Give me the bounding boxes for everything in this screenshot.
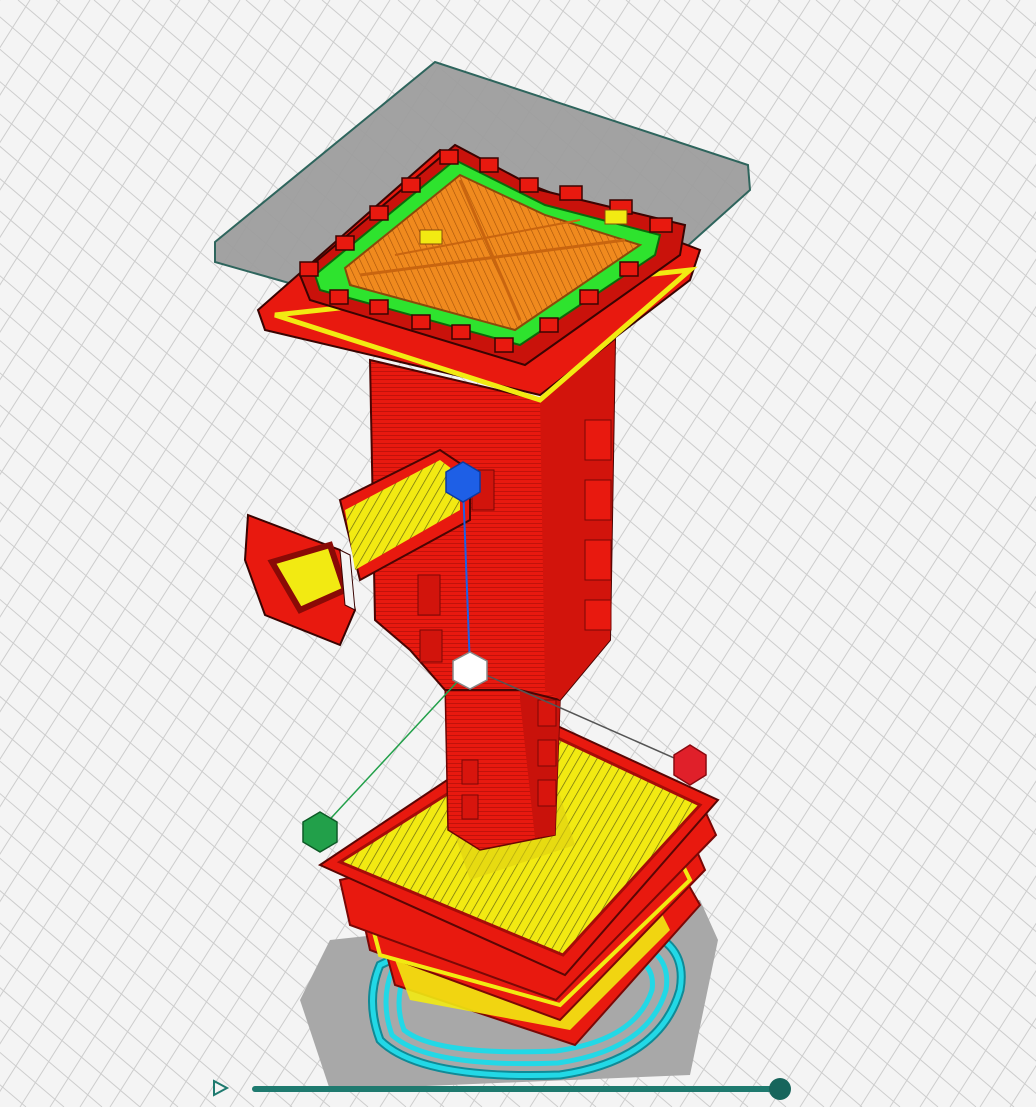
play-icon [213,1079,230,1097]
3d-viewport[interactable] [0,0,1036,1107]
layer-slider-thumb[interactable] [769,1078,791,1100]
print-preview-canvas[interactable] [0,0,1036,1107]
center-handle[interactable] [452,651,488,690]
x-axis-handle[interactable] [673,744,707,786]
layer-slider-track[interactable] [252,1086,780,1092]
play-button[interactable] [210,1078,238,1104]
